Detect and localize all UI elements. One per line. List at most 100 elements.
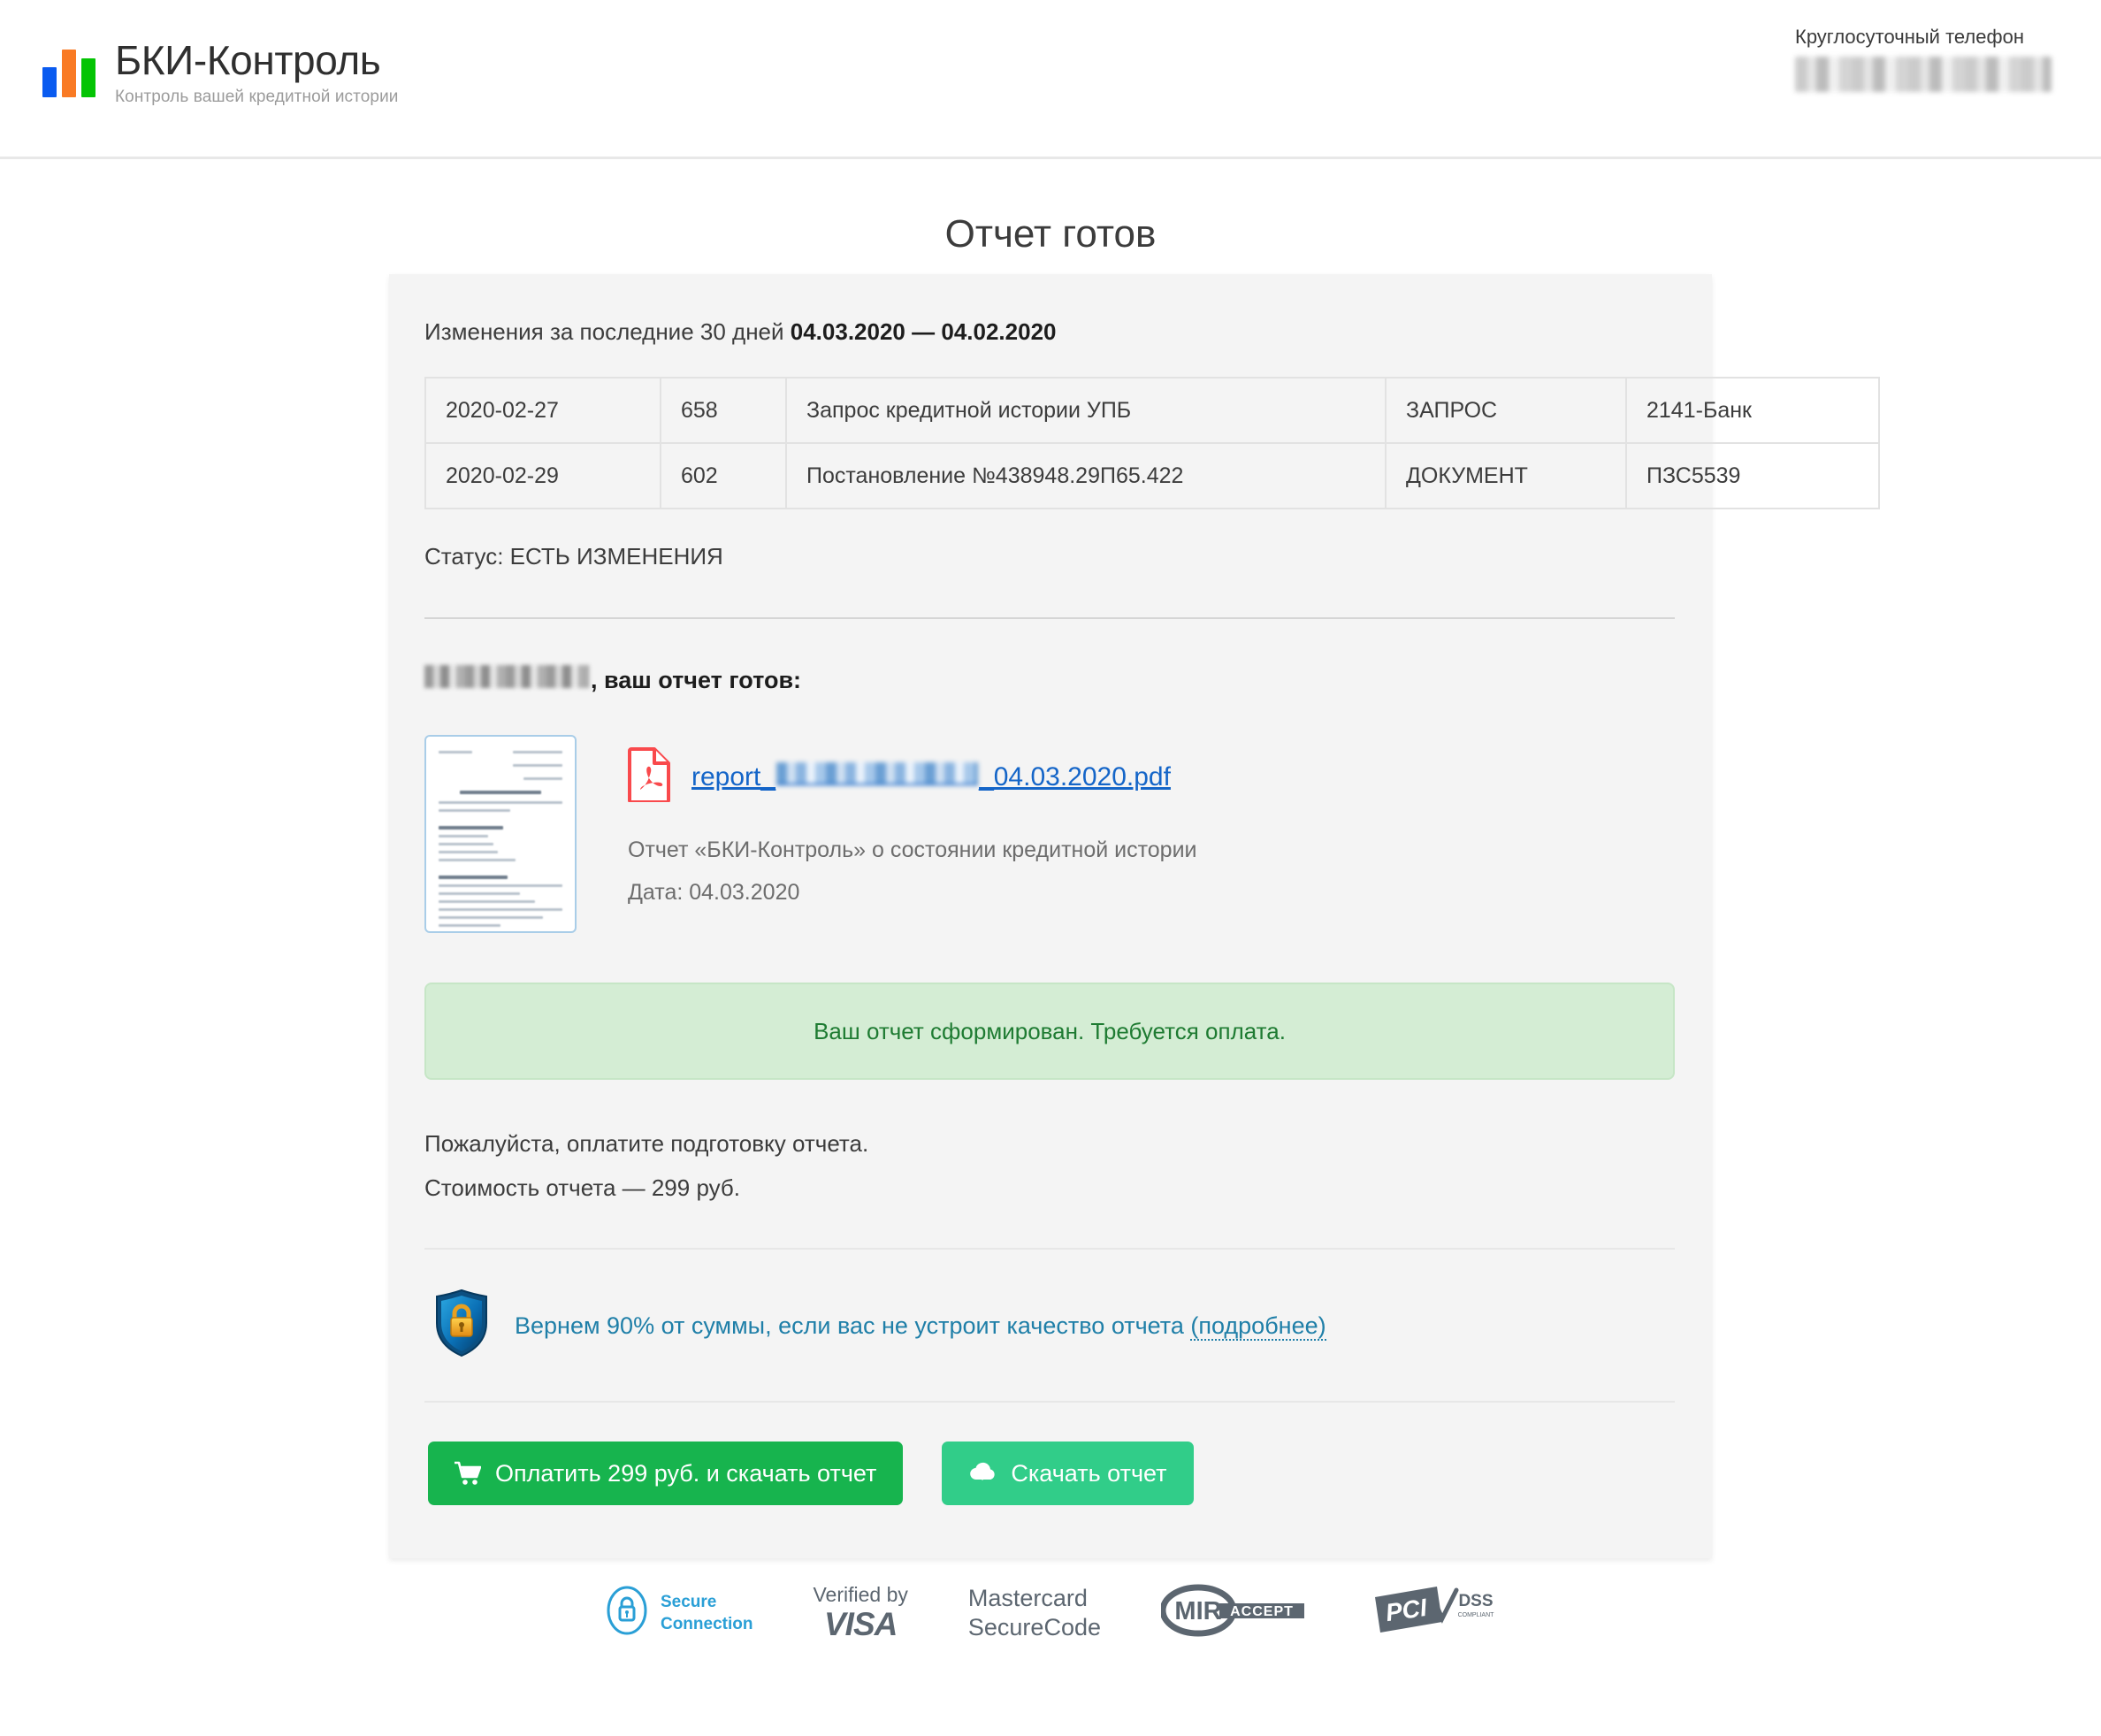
payment-required-alert: Ваш отчет сформирован. Требуется оплата. [424, 983, 1675, 1080]
guarantee-more-link[interactable]: (подробнее) [1190, 1312, 1326, 1341]
phone-block: Круглосуточный телефон [1795, 25, 2051, 92]
user-name-redacted [424, 665, 589, 688]
logo-bar-blue [42, 67, 57, 97]
cell-type: ЗАПРОС [1385, 377, 1627, 444]
site-header: БКИ-Контроль Контроль вашей кредитной ис… [0, 0, 2101, 159]
file-suffix: _04.03.2020.pdf [979, 761, 1171, 792]
thumbnail-line [439, 859, 516, 861]
page-title: Отчет готов [944, 212, 1157, 256]
pay-button-label: Оплатить 299 руб. и скачать отчет [495, 1460, 877, 1487]
badge-secure-connection: Secure Connection [606, 1585, 753, 1640]
visa-wordmark: VISA [824, 1606, 898, 1642]
download-cloud-icon [968, 1462, 997, 1485]
thumbnail-header-lines [439, 751, 562, 753]
thumbnail-line [460, 791, 541, 794]
cell-description: Постановление №438948.29П65.422 [785, 442, 1387, 509]
report-thumbnail[interactable] [424, 735, 577, 933]
secure-lock-icon [606, 1585, 648, 1640]
thumbnail-line [439, 876, 508, 879]
cell-type: ДОКУМЕНТ [1385, 442, 1627, 509]
brand-subtitle: Контроль вашей кредитной истории [115, 88, 399, 106]
thumbnail-line [439, 900, 536, 903]
badge-pci-dss: PCI DSS COMPLIANT [1371, 1583, 1495, 1642]
thumbnail-line [439, 751, 472, 753]
report-description: Отчет «БКИ-Контроль» о состоянии кредитн… [628, 837, 1197, 862]
greeting-text: , ваш отчет готов: [591, 667, 802, 693]
badge-verified-by-visa: Verified by VISA [813, 1583, 907, 1642]
thumbnail-line [439, 801, 562, 804]
changes-table: 2020-02-27 658 Запрос кредитной истории … [424, 377, 1880, 509]
shield-lock-icon [433, 1289, 490, 1362]
report-file-line: report_ _04.03.2020.pdf [628, 747, 1197, 807]
cell-code: 602 [660, 442, 787, 509]
guarantee-message: Вернем 90% от суммы, если вас не устроит… [515, 1312, 1191, 1339]
payment-security-badges: Secure Connection Verified by VISA Maste… [0, 1583, 2101, 1642]
thumbnail-line [439, 924, 500, 927]
logo-bar-green [81, 58, 96, 97]
thumbnail-header-lines [439, 764, 562, 767]
cell-date: 2020-02-27 [424, 377, 661, 444]
thumbnail-line [439, 809, 511, 812]
svg-text:COMPLIANT: COMPLIANT [1458, 1612, 1495, 1618]
changes-intro: Изменения за последние 30 дней [424, 318, 791, 345]
thumbnail-line [439, 835, 488, 837]
cell-date: 2020-02-29 [424, 442, 661, 509]
cell-source: 2141-Банк [1625, 377, 1880, 444]
changes-period-line: Изменения за последние 30 дней 04.03.202… [424, 274, 1677, 347]
thumbnail-line [439, 916, 543, 919]
brand-text: БКИ-Контроль Контроль вашей кредитной ис… [115, 37, 399, 108]
guarantee-text: Вернем 90% от суммы, если вас не устроит… [515, 1310, 1326, 1342]
download-button-label: Скачать отчет [1011, 1460, 1167, 1487]
svg-text:PCI: PCI [1384, 1594, 1430, 1626]
changes-date-to: 04.02.2020 [941, 318, 1057, 345]
mastercard-line-1: Mastercard [967, 1584, 1088, 1611]
guarantee-row: Вернем 90% от суммы, если вас не устроит… [424, 1289, 1677, 1362]
changes-date-from: 04.03.2020 [790, 318, 905, 345]
mir-accept-logo-icon: MIR ACCEPT [1159, 1584, 1311, 1641]
badge-mastercard-securecode: Mastercard SecureCode [968, 1584, 1101, 1642]
report-date: Дата: 04.03.2020 [628, 880, 800, 905]
report-file-link[interactable]: report_ _04.03.2020.pdf [691, 761, 1171, 792]
svg-text:MIR: MIR [1174, 1597, 1221, 1625]
phone-label: Круглосуточный телефон [1795, 26, 2024, 48]
file-name-redacted [776, 761, 979, 785]
thumbnail-line [439, 884, 562, 887]
pci-dss-logo-icon: PCI DSS COMPLIANT [1371, 1583, 1495, 1642]
divider-before-guarantee [424, 1248, 1675, 1250]
payment-note: Пожалуйста, оплатите подготовку отчета. [424, 1130, 869, 1157]
download-report-button[interactable]: Скачать отчет [942, 1442, 1194, 1505]
logo-bars-icon [42, 50, 101, 97]
changes-date-separator: — [905, 318, 942, 345]
report-card: Изменения за последние 30 дней 04.03.202… [389, 274, 1880, 1558]
secure-connection-text: Secure Connection [661, 1591, 753, 1635]
report-info: report_ _04.03.2020.pdf Отчет «БКИ-Контро… [628, 735, 1197, 907]
thumbnail-header-lines [439, 777, 562, 780]
cart-icon [455, 1461, 481, 1486]
thumbnail-line [523, 777, 562, 780]
divider-before-actions [424, 1401, 1675, 1403]
cell-source: ПЗС5539 [1625, 442, 1880, 509]
status-badge: Статус: ЕСТЬ ИЗМЕНЕНИЯ [424, 543, 723, 570]
logo-bar-orange [62, 50, 76, 97]
file-prefix: report_ [691, 761, 776, 792]
greeting-line: , ваш отчет готов: [424, 665, 1677, 694]
table-row: 2020-02-27 658 Запрос кредитной истории … [424, 377, 1880, 444]
svg-text:DSS: DSS [1458, 1592, 1493, 1610]
visa-verified-text: Verified by [813, 1583, 908, 1606]
secure-line-1: Secure [660, 1592, 717, 1611]
thumbnail-line [439, 851, 499, 853]
svg-text:ACCEPT: ACCEPT [1230, 1604, 1294, 1619]
thumbnail-line [439, 892, 521, 895]
alert-message: Ваш отчет сформирован. Требуется оплата. [814, 1018, 1286, 1044]
secure-line-2: Connection [660, 1614, 753, 1633]
badge-mir-accept: MIR ACCEPT [1159, 1584, 1311, 1641]
report-row: report_ _04.03.2020.pdf Отчет «БКИ-Контро… [424, 735, 1677, 933]
payment-price: Стоимость отчета — 299 руб. [424, 1174, 741, 1201]
pdf-icon [628, 747, 672, 807]
pay-and-download-button[interactable]: Оплатить 299 руб. и скачать отчет [428, 1442, 904, 1505]
phone-number-redacted[interactable] [1795, 57, 2051, 92]
brand-logo[interactable]: БКИ-Контроль Контроль вашей кредитной ис… [42, 37, 399, 108]
brand-title: БКИ-Контроль [115, 37, 381, 83]
cell-code: 658 [660, 377, 787, 444]
thumbnail-line [513, 764, 562, 767]
